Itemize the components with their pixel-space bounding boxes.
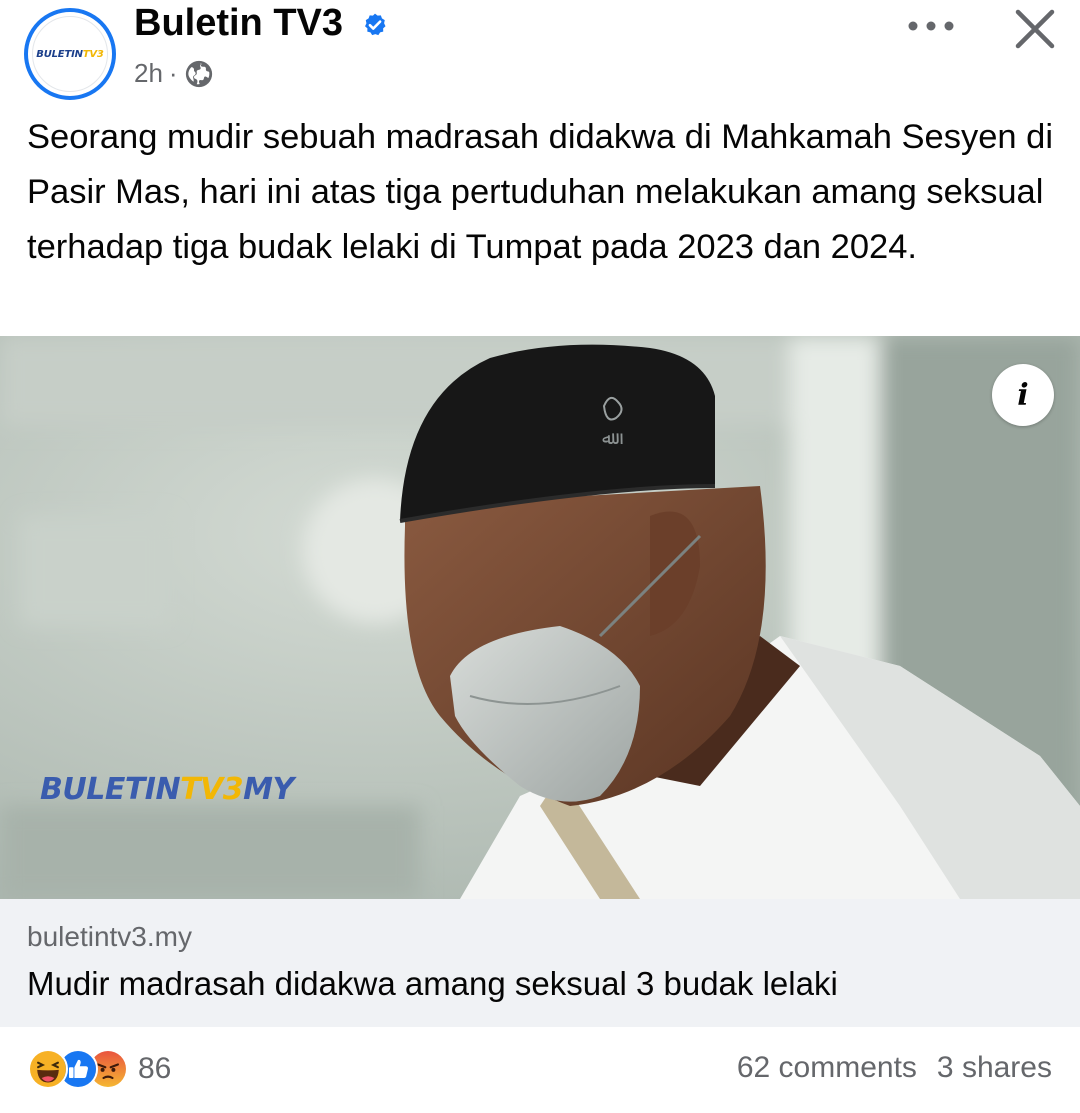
engagement-bar: 86 62 comments 3 shares [0, 1027, 1080, 1113]
watermark-main: BULETIN [40, 772, 181, 807]
reactions-summary[interactable]: 86 [28, 1049, 171, 1089]
link-domain: buletintv3.my [27, 921, 192, 952]
more-horizontal-icon [908, 21, 954, 31]
watermark-suffix: MY [243, 772, 294, 807]
post-meta: 2h · [134, 58, 214, 89]
close-button[interactable] [1008, 2, 1062, 56]
post-photo[interactable]: ﷲ BULETINTV3MY [0, 336, 1080, 899]
watermark-tv3: TV3 [180, 772, 244, 807]
post-header: BULETINTV3 Buletin TV3 2h · [0, 0, 1080, 110]
post-text: Seorang mudir sebuah madrasah didakwa di… [27, 118, 1054, 266]
haha-reaction-icon [28, 1049, 68, 1089]
page-name[interactable]: Buletin TV3 [134, 2, 343, 45]
verified-badge-icon [365, 13, 386, 36]
news-photo: ﷲ [0, 336, 1080, 899]
more-options-button[interactable] [900, 8, 962, 44]
shares-count[interactable]: 3 shares [937, 1051, 1052, 1085]
page-avatar[interactable]: BULETINTV3 [24, 8, 116, 100]
close-icon [1015, 9, 1055, 49]
meta-separator: · [168, 58, 178, 88]
comments-count[interactable]: 62 comments [737, 1051, 917, 1085]
globe-icon [185, 60, 212, 87]
ad-info-button[interactable]: i [992, 364, 1054, 426]
photo-watermark: BULETINTV3MY [40, 772, 294, 807]
post-time[interactable]: 2h [134, 58, 163, 89]
reaction-count: 86 [138, 1052, 172, 1085]
link-title: Mudir madrasah didakwa amang seksual 3 b… [27, 965, 838, 1002]
info-icon: i [1017, 377, 1029, 413]
avatar-logo-disc: BULETINTV3 [32, 16, 108, 92]
link-preview[interactable]: buletintv3.my Mudir madrasah didakwa ama… [0, 899, 1080, 1027]
engagement-stats: 62 comments 3 shares [737, 1051, 1052, 1085]
avatar-logo: BULETINTV3 [36, 48, 104, 60]
